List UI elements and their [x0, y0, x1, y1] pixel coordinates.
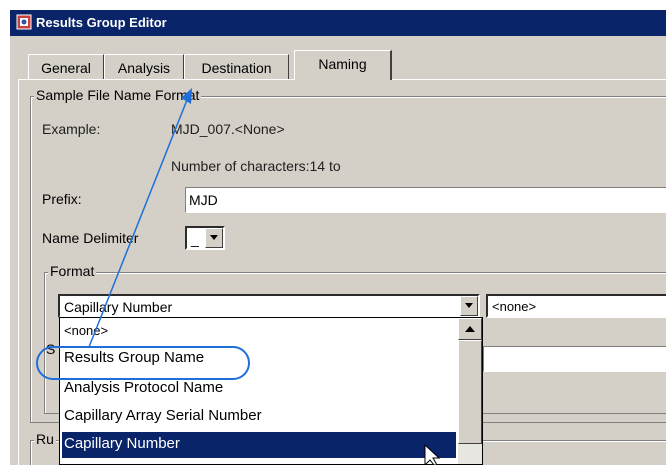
tab-naming[interactable]: Naming: [294, 50, 392, 80]
annotation-line: [88, 99, 188, 348]
highlight-ellipse: [36, 346, 250, 380]
mouse-cursor-icon: [424, 443, 441, 465]
